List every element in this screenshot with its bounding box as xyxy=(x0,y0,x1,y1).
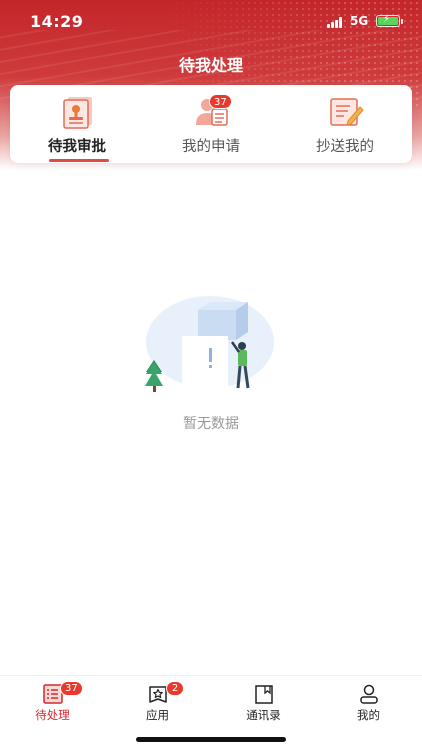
page-title: 待我处理 xyxy=(178,56,243,75)
signal-icon xyxy=(327,16,345,28)
profile-icon xyxy=(360,684,378,704)
battery-tip xyxy=(401,19,403,24)
tab-label: 待我审批 xyxy=(48,139,106,155)
empty-data-illustration xyxy=(145,296,274,392)
nav-item-me[interactable]: 我的 xyxy=(316,676,421,736)
nav-item-apps[interactable]: 应用 xyxy=(105,676,210,736)
nav-label: 我的 xyxy=(357,708,380,722)
apps-count-badge: 2 xyxy=(166,681,184,696)
approval-doc-icon xyxy=(63,97,92,129)
tab-label: 我的申请 xyxy=(182,139,240,155)
cc-edit-icon xyxy=(330,98,364,126)
contacts-book-icon xyxy=(255,685,273,704)
tab-label: 抄送我的 xyxy=(316,139,374,155)
network-type: 5G xyxy=(350,14,369,28)
nav-item-contacts[interactable]: 通讯录 xyxy=(211,676,316,736)
tab-cc-to-me[interactable]: 抄送我的 xyxy=(278,85,412,163)
empty-state-text: 暂无数据 xyxy=(183,416,239,432)
battery-icon: ⚡ xyxy=(376,14,400,27)
active-tab-indicator xyxy=(49,159,109,162)
nav-label: 待处理 xyxy=(35,708,70,722)
nav-label: 应用 xyxy=(146,708,169,722)
tab-pending-approval[interactable]: 待我审批 xyxy=(10,85,144,163)
status-bar: 14:29 5G ⚡ xyxy=(0,0,422,44)
todo-count-badge: 37 xyxy=(60,681,83,696)
nav-item-todo[interactable]: 待处理 xyxy=(0,676,105,736)
nav-label: 通讯录 xyxy=(246,708,281,722)
status-time: 14:29 xyxy=(30,12,84,31)
home-indicator xyxy=(136,737,286,742)
applications-count-badge: 37 xyxy=(209,94,232,109)
